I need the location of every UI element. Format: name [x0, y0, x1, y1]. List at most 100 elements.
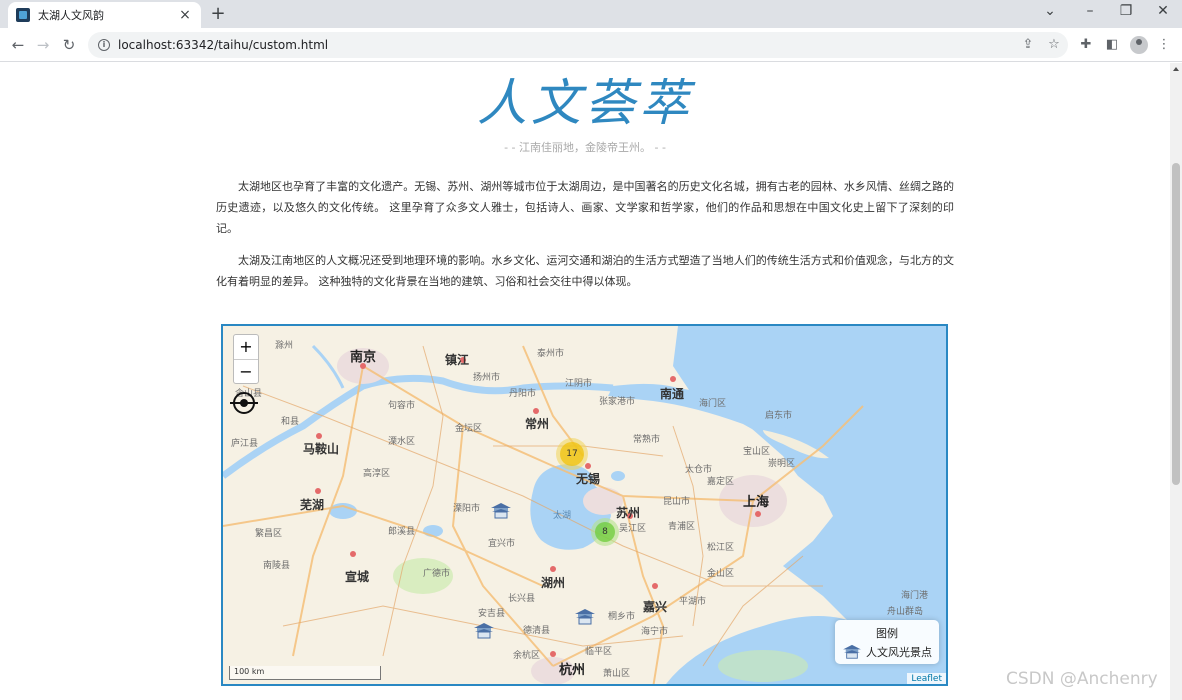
profile-avatar-icon[interactable]: [1130, 36, 1148, 54]
map-label-jiaxing: 嘉兴: [643, 600, 668, 614]
map-label-deqing: 德清县: [523, 626, 551, 636]
legend-title: 图例: [876, 627, 898, 640]
pavilion-icon: [843, 644, 861, 659]
intro-paragraph-1: 太湖地区也孕育了丰富的文化遗产。无锡、苏州、湖州等城市位于太湖周边，是中国著名的…: [216, 180, 954, 235]
scroll-up-arrow-icon[interactable]: [1173, 67, 1179, 71]
page-content: 人文荟萃 - - 江南佳丽地，金陵帝王州。 - - 太湖地区也孕育了丰富的文化遗…: [0, 63, 1170, 700]
taihu-map[interactable]: 南京 镇江 常州 无锡 苏州 上海 南通 湖州 杭州 嘉兴 芜湖 宣城 马鞍山 …: [221, 324, 948, 686]
map-label-hexian: 和县: [281, 417, 300, 427]
map-label-zhangjiagang: 张家港市: [599, 397, 636, 407]
map-label-tongxiang: 桐乡市: [608, 612, 636, 622]
zoom-control: + −: [233, 334, 259, 384]
map-label-songjiang: 松江区: [707, 543, 735, 553]
intro-paragraph-2: 太湖及江南地区的人文概况还受到地理环境的影响。水乡文化、运河交通和湖泊的生活方式…: [216, 254, 954, 288]
marker-cluster[interactable]: 17: [556, 438, 588, 470]
side-panel-icon[interactable]: ◧: [1103, 36, 1121, 54]
map-label-jintan: 金坛区: [455, 424, 483, 434]
watermark: CSDN @Anchenry: [1006, 669, 1158, 689]
map-label-nanling: 南陵县: [263, 561, 291, 571]
map-label-taizhou: 泰州市: [537, 349, 565, 359]
map-label-yixing: 宜兴市: [488, 539, 516, 549]
restore-button[interactable]: ❐: [1108, 3, 1144, 19]
map-label-haining: 海宁市: [641, 627, 669, 637]
window-close-button[interactable]: ✕: [1145, 3, 1181, 19]
site-info-icon[interactable]: i: [98, 39, 110, 51]
map-label-lujiang: 庐江县: [231, 439, 259, 449]
cluster-count: 17: [560, 442, 584, 466]
back-arrow-icon[interactable]: ←: [8, 35, 28, 55]
map-label-nanjing: 南京: [350, 350, 377, 365]
map-label-shanghai: 上海: [743, 495, 770, 510]
map-label-hangzhou: 杭州: [559, 663, 586, 678]
address-bar[interactable]: i localhost:63342/taihu/custom.html: [88, 32, 1068, 58]
map-label-baoshan: 宝山区: [743, 447, 771, 457]
map-label-kunshan: 昆山市: [663, 497, 691, 507]
map-label-danyang: 丹阳市: [509, 389, 537, 399]
new-tab-button[interactable]: +: [208, 3, 228, 24]
map-label-yangzhou: 扬州市: [473, 373, 501, 383]
map-label-maanshan: 马鞍山: [303, 442, 340, 456]
map-label-jiangyin: 江阴市: [565, 379, 593, 389]
map-label-jinshan: 金山区: [707, 569, 735, 579]
map-label-wuxi: 无锡: [576, 472, 601, 486]
reload-icon[interactable]: ↻: [59, 35, 79, 55]
map-label-yuhang: 余杭区: [513, 651, 541, 661]
minimize-button[interactable]: –: [1072, 3, 1108, 19]
map-label-qidong: 启东市: [765, 411, 793, 421]
page-subtitle: - - 江南佳丽地，金陵帝王州。 - -: [504, 141, 666, 154]
zoom-out-button[interactable]: −: [234, 359, 258, 383]
page-scrollbar[interactable]: [1170, 63, 1182, 700]
map-label-huzhou: 湖州: [541, 576, 566, 590]
marker-cluster[interactable]: 8: [591, 518, 619, 546]
extensions-icon[interactable]: ✚: [1077, 36, 1095, 54]
share-icon[interactable]: ⇪: [1019, 36, 1037, 54]
map-label-chuzhou: 滁州: [275, 341, 294, 351]
map-label-wuhu: 芜湖: [300, 498, 325, 512]
pavilion-icon[interactable]: [574, 608, 596, 626]
tab-strip: 太湖人文风韵 × + ⌄ – ❐ ✕: [0, 0, 1182, 28]
map-label-hudong: 海门港: [901, 591, 929, 601]
forward-arrow-icon[interactable]: →: [33, 35, 53, 55]
tab-title: 太湖人文风韵: [38, 9, 104, 22]
map-label-langxi: 郎溪县: [388, 527, 416, 537]
tab-close-icon[interactable]: ×: [177, 7, 193, 23]
map-label-lishui: 溧水区: [388, 437, 416, 447]
map-label-zhoushan: 舟山群岛: [887, 607, 924, 617]
map-legend: 图例 人文风光景点: [835, 620, 939, 664]
map-label-xiaoshan: 萧山区: [603, 669, 631, 679]
map-label-jiading: 嘉定区: [707, 477, 735, 487]
map-label-xuancheng: 宣城: [345, 570, 370, 584]
map-label-fanchang: 繁昌区: [255, 529, 283, 539]
map-label-wujiang: 吴江区: [619, 524, 647, 534]
map-label-pinghu: 平湖市: [679, 597, 707, 607]
map-label-changshu: 常熟市: [633, 435, 661, 445]
map-label-taihu: 太湖: [553, 511, 572, 521]
map-label-linping: 临平区: [585, 647, 613, 657]
map-label-chongming: 崇明区: [768, 459, 796, 469]
pavilion-icon[interactable]: [473, 622, 495, 640]
map-label-gaochun: 高淳区: [363, 469, 391, 479]
browser-tab[interactable]: 太湖人文风韵 ×: [8, 2, 201, 28]
menu-kebab-icon[interactable]: ⋮: [1155, 36, 1173, 54]
cluster-count: 8: [595, 522, 615, 542]
site-favicon-icon: [16, 8, 30, 22]
map-label-changxing: 长兴县: [508, 594, 536, 604]
locate-icon[interactable]: [230, 392, 258, 414]
map-label-jurong: 句容市: [388, 401, 416, 411]
map-label-zhenjiang: 镇江: [445, 353, 470, 367]
url-text[interactable]: localhost:63342/taihu/custom.html: [118, 38, 328, 52]
map-label-guangde: 广德市: [423, 569, 451, 579]
legend-item-label: 人文风光景点: [866, 646, 932, 659]
map-label-changzhou: 常州: [525, 417, 550, 431]
bookmark-star-icon[interactable]: ☆: [1045, 36, 1063, 54]
map-label-anji: 安吉县: [478, 609, 506, 619]
zoom-in-button[interactable]: +: [234, 335, 258, 359]
browser-toolbar: ← → ↻ i localhost:63342/taihu/custom.htm…: [0, 28, 1182, 62]
map-label-qingpu: 青浦区: [668, 522, 696, 532]
pavilion-icon[interactable]: [490, 502, 512, 520]
page-title: 人文荟萃: [477, 74, 693, 132]
leaflet-attribution-link[interactable]: Leaflet: [907, 673, 946, 684]
tab-search-icon[interactable]: ⌄: [1032, 3, 1068, 19]
map-label-liyang: 溧阳市: [453, 504, 481, 514]
scrollbar-thumb[interactable]: [1172, 163, 1180, 485]
